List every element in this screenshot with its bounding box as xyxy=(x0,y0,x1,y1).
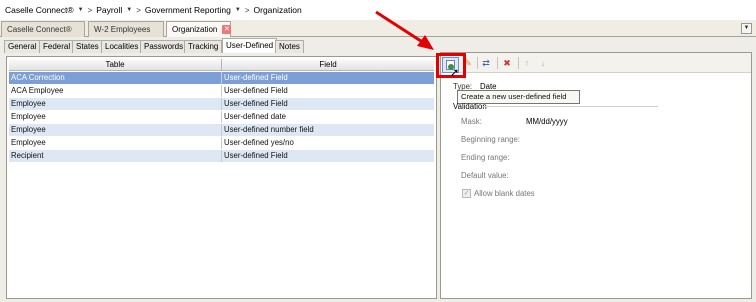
toolbar-separator xyxy=(518,57,519,69)
table-row[interactable]: ACA Correction User-defined Field xyxy=(9,72,434,85)
subtab-tracking[interactable]: Tracking xyxy=(184,40,223,53)
cell-field: User-defined number field xyxy=(224,125,314,134)
breadcrumb-separator: > xyxy=(136,5,141,15)
cell-field: User-defined date xyxy=(224,112,286,121)
mouse-cursor-icon: ➚ xyxy=(450,67,460,79)
cell-table: Recipient xyxy=(9,150,222,162)
delete-icon[interactable]: ✖ xyxy=(501,57,513,69)
subtab-localities[interactable]: Localities xyxy=(101,40,143,53)
cell-field: User-defined Field xyxy=(224,73,288,82)
cell-field: User-defined yes/no xyxy=(224,138,294,147)
subtab-federal[interactable]: Federal xyxy=(39,40,75,53)
table-row[interactable]: Employee User-defined number field xyxy=(9,124,434,137)
chevron-down-icon[interactable]: ▼ xyxy=(78,7,84,13)
move-down-icon[interactable]: ↓ xyxy=(537,57,549,69)
table-row[interactable]: Recipient User-defined Field xyxy=(9,150,434,163)
app-tab-bar: Caselle Connect® W-2 Employees Organizat… xyxy=(0,20,756,38)
tab-organization[interactable]: Organization ✕ xyxy=(166,21,232,38)
user-defined-fields-table: Table Field ACA Correction User-defined … xyxy=(6,56,437,299)
default-value-label: Default value: xyxy=(461,171,509,180)
beginning-range-label: Beginning range: xyxy=(461,135,520,144)
cell-field: User-defined Field xyxy=(224,151,288,160)
tab-label: Organization xyxy=(172,25,218,34)
allow-blank-label: Allow blank dates xyxy=(474,189,535,198)
cell-table: ACA Correction xyxy=(9,72,222,84)
cell-table: Employee xyxy=(9,124,222,136)
ending-range-label: Ending range: xyxy=(461,153,510,162)
toolbar-separator xyxy=(497,57,498,69)
section-divider xyxy=(482,106,658,107)
column-header-table[interactable]: Table xyxy=(9,59,222,70)
table-row[interactable]: Employee User-defined Field xyxy=(9,98,434,111)
table-row[interactable]: ACA Employee User-defined Field xyxy=(9,85,434,98)
breadcrumb-item-payroll[interactable]: Payroll xyxy=(96,5,122,15)
breadcrumb-item-organization: Organization xyxy=(253,5,302,15)
content-area: General Federal States Localities Passwo… xyxy=(0,37,756,302)
copy-icon[interactable]: ⇄ xyxy=(480,57,492,69)
cell-field: User-defined Field xyxy=(224,86,288,95)
subtab-notes[interactable]: Notes xyxy=(275,40,304,53)
tab-label: W-2 Employees xyxy=(94,25,151,34)
subtab-general[interactable]: General xyxy=(4,40,41,53)
mask-label: Mask: xyxy=(461,117,482,126)
subtab-user-defined[interactable]: User-Defined xyxy=(222,38,278,53)
cell-table: Employee xyxy=(9,98,222,110)
tab-list-dropdown[interactable]: ▼ xyxy=(741,23,752,34)
move-up-icon[interactable]: ↑ xyxy=(521,57,533,69)
breadcrumb-separator: > xyxy=(244,5,250,15)
subtab-passwords[interactable]: Passwords xyxy=(140,40,188,53)
tab-label: Caselle Connect® xyxy=(7,25,72,34)
field-toolbar: ✎ ⇄ ✖ ↑ ↓ xyxy=(441,53,751,73)
breadcrumb-item-government-reporting[interactable]: Government Reporting xyxy=(145,5,231,15)
chevron-down-icon[interactable]: ▼ xyxy=(235,7,241,13)
tab-w2-employees[interactable]: W-2 Employees xyxy=(88,21,164,37)
chevron-down-icon[interactable]: ▼ xyxy=(126,7,132,13)
chevron-down-icon: ▼ xyxy=(743,25,750,31)
close-icon[interactable]: ✕ xyxy=(222,25,232,34)
table-row[interactable]: Employee User-defined date xyxy=(9,111,434,124)
subtab-states[interactable]: States xyxy=(72,40,103,53)
cell-table: Employee xyxy=(9,137,222,149)
column-header-field[interactable]: Field xyxy=(222,59,434,70)
table-header: Table Field xyxy=(9,59,434,71)
table-row[interactable]: Employee User-defined yes/no xyxy=(9,137,434,150)
breadcrumb-separator: > xyxy=(87,5,93,15)
allow-blank-checkbox[interactable]: ✓ xyxy=(462,189,471,198)
tab-caselle-connect[interactable]: Caselle Connect® xyxy=(1,21,85,37)
breadcrumb: Caselle Connect® ▼ > Payroll ▼ > Governm… xyxy=(0,0,756,20)
cell-field: User-defined Field xyxy=(224,99,288,108)
cell-table: Employee xyxy=(9,111,222,123)
toolbar-separator xyxy=(477,57,478,69)
cell-table: ACA Employee xyxy=(9,85,222,97)
mask-value[interactable]: MM/dd/yyyy xyxy=(526,117,568,126)
breadcrumb-item-caselle[interactable]: Caselle Connect® xyxy=(5,5,74,15)
